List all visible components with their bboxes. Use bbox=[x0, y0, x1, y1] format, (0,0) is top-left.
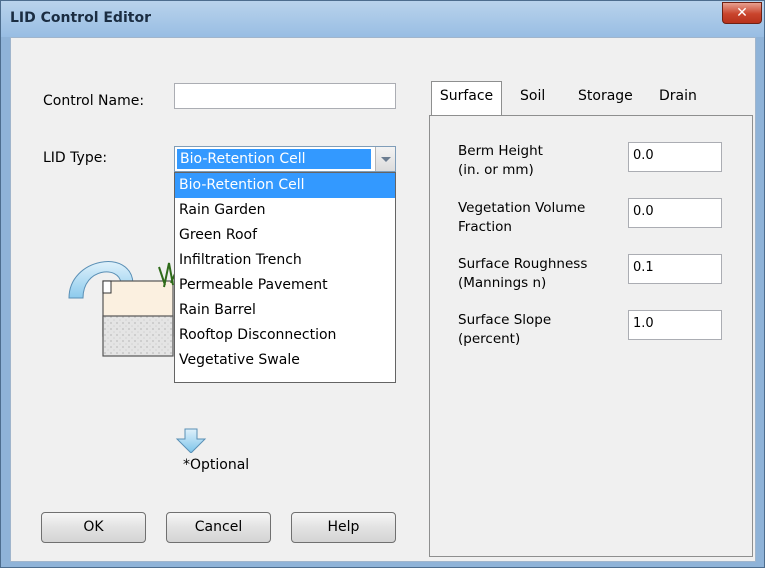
control-name-label: Control Name: bbox=[43, 93, 145, 109]
dropdown-option[interactable]: Rooftop Disconnection bbox=[175, 323, 395, 348]
dropdown-option[interactable]: Bio-Retention Cell bbox=[175, 173, 395, 198]
surface-roughness-input[interactable]: 0.1 bbox=[628, 254, 722, 284]
vegetation-volume-label: Vegetation Volume Fraction bbox=[458, 200, 586, 235]
surface-slope-label: Surface Slope (percent) bbox=[458, 312, 552, 347]
tab-drain[interactable]: Drain bbox=[659, 82, 697, 112]
control-name-input[interactable] bbox=[174, 83, 396, 109]
title-bar: LID Control Editor ✕ bbox=[1, 1, 764, 37]
lid-type-dropdown-button[interactable] bbox=[375, 147, 395, 171]
surface-slope-input[interactable]: 1.0 bbox=[628, 310, 722, 340]
tab-soil[interactable]: Soil bbox=[520, 82, 545, 112]
help-button[interactable]: Help bbox=[291, 512, 396, 543]
dropdown-option[interactable]: Green Roof bbox=[175, 223, 395, 248]
tab-surface[interactable]: Surface bbox=[431, 81, 502, 115]
tab-storage[interactable]: Storage bbox=[578, 82, 633, 112]
optional-note: *Optional bbox=[183, 457, 250, 473]
dropdown-option[interactable]: Vegetative Swale bbox=[175, 348, 395, 373]
chevron-down-icon bbox=[381, 157, 391, 162]
close-icon: ✕ bbox=[736, 5, 748, 21]
ok-button[interactable]: OK bbox=[41, 512, 146, 543]
lid-type-selected-value: Bio-Retention Cell bbox=[177, 149, 371, 169]
close-button[interactable]: ✕ bbox=[722, 2, 762, 24]
dialog-client-area: Control Name: LID Type: Bio-Retention Ce… bbox=[10, 37, 756, 562]
berm-height-input[interactable]: 0.0 bbox=[628, 142, 722, 172]
dropdown-option[interactable]: Rain Barrel bbox=[175, 298, 395, 323]
lid-type-label: LID Type: bbox=[43, 150, 108, 166]
vegetation-volume-input[interactable]: 0.0 bbox=[628, 198, 722, 228]
berm-height-label: Berm Height (in. or mm) bbox=[458, 143, 543, 178]
dropdown-option[interactable]: Rain Garden bbox=[175, 198, 395, 223]
dropdown-option[interactable]: Permeable Pavement bbox=[175, 273, 395, 298]
lid-type-dropdown-list: Bio-Retention Cell Rain Garden Green Roo… bbox=[174, 172, 396, 383]
cancel-button[interactable]: Cancel bbox=[166, 512, 271, 543]
window-title: LID Control Editor bbox=[10, 10, 151, 26]
surface-roughness-label: Surface Roughness (Mannings n) bbox=[458, 256, 588, 291]
dropdown-option[interactable]: Infiltration Trench bbox=[175, 248, 395, 273]
lid-control-editor-window: LID Control Editor ✕ Control Name: LID T… bbox=[0, 0, 765, 568]
lid-type-select[interactable]: Bio-Retention Cell bbox=[174, 146, 396, 172]
